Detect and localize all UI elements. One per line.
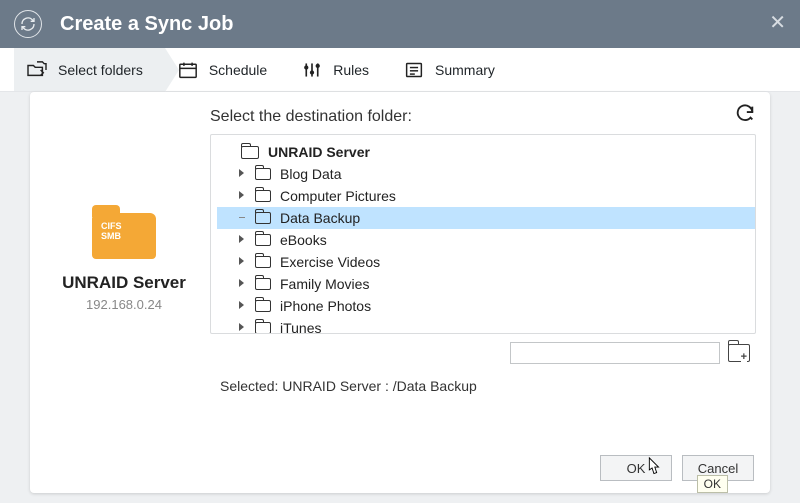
dialog-footer: OK Cancel xyxy=(600,455,754,481)
folder-icon xyxy=(255,322,271,334)
server-share-icon: CIFS SMB xyxy=(92,205,156,259)
step-label: Schedule xyxy=(209,62,267,78)
folder-icon xyxy=(241,146,259,159)
chevron-right-icon[interactable] xyxy=(239,279,249,290)
chevron-right-icon[interactable] xyxy=(239,169,249,180)
tree-item[interactable]: Computer Pictures xyxy=(217,185,755,207)
chevron-right-icon[interactable] xyxy=(239,235,249,246)
step-label: Rules xyxy=(333,62,369,78)
destination-heading: Select the destination folder: xyxy=(210,108,756,126)
selected-path: UNRAID Server : /Data Backup xyxy=(282,378,477,394)
step-bar: Select folders Schedule Rules xyxy=(0,48,800,92)
calendar-icon xyxy=(177,61,199,79)
selected-label: Selected: xyxy=(220,378,278,394)
path-row xyxy=(210,334,756,368)
dialog-title: Create a Sync Job xyxy=(60,13,233,36)
step-select-folders[interactable]: Select folders xyxy=(14,48,165,91)
title-bar: Create a Sync Job ✕ xyxy=(0,0,800,48)
step-schedule[interactable]: Schedule xyxy=(165,48,289,91)
selected-path-line: Selected: UNRAID Server : /Data Backup xyxy=(220,378,756,394)
destination-column: Select the destination folder: UNRAID Se… xyxy=(204,108,756,368)
tree-item[interactable]: Blog Data xyxy=(217,163,755,185)
chevron-right-icon[interactable] xyxy=(239,191,249,202)
folder-icon xyxy=(255,190,271,202)
step-label: Select folders xyxy=(58,62,143,78)
step-label: Summary xyxy=(435,62,495,78)
ok-button[interactable]: OK xyxy=(600,455,672,481)
tree-root-label: UNRAID Server xyxy=(268,144,370,160)
source-column: CIFS SMB UNRAID Server 192.168.0.24 xyxy=(44,108,204,368)
share-badge: CIFS SMB xyxy=(101,221,122,241)
folder-icon xyxy=(255,300,271,312)
tree-item-label: Blog Data xyxy=(280,166,341,182)
tree-item-label: iTunes xyxy=(280,320,322,334)
select-folders-icon xyxy=(26,61,48,79)
tree-item-label: Exercise Videos xyxy=(280,254,380,270)
step-summary[interactable]: Summary xyxy=(391,48,517,91)
tree-item-label: eBooks xyxy=(280,232,327,248)
tree-item[interactable]: iTunes xyxy=(217,317,755,334)
folder-icon xyxy=(255,278,271,290)
summary-icon xyxy=(403,61,425,79)
folder-icon xyxy=(255,234,271,246)
tree-root[interactable]: UNRAID Server xyxy=(217,141,755,163)
tree-item-label: Computer Pictures xyxy=(280,188,396,204)
tree-item[interactable]: Exercise Videos xyxy=(217,251,755,273)
folder-icon xyxy=(255,212,271,224)
folder-icon xyxy=(255,168,271,180)
step-rules[interactable]: Rules xyxy=(289,48,391,91)
tree-item-label: iPhone Photos xyxy=(280,298,371,314)
tree-item[interactable]: Family Movies xyxy=(217,273,755,295)
tree-item[interactable]: eBooks xyxy=(217,229,755,251)
tree-leaf-icon xyxy=(239,213,249,224)
path-input[interactable] xyxy=(510,342,720,364)
chevron-right-icon[interactable] xyxy=(239,301,249,312)
sliders-icon xyxy=(301,61,323,79)
main-panel: CIFS SMB UNRAID Server 192.168.0.24 Sele… xyxy=(30,92,770,493)
refresh-button[interactable] xyxy=(734,102,756,127)
tree-item-label: Family Movies xyxy=(280,276,369,292)
tree-item-label: Data Backup xyxy=(280,210,360,226)
source-server-ip: 192.168.0.24 xyxy=(86,297,162,312)
tree-item[interactable]: Data Backup xyxy=(217,207,755,229)
chevron-right-icon[interactable] xyxy=(239,323,249,334)
folder-tree[interactable]: UNRAID Server Blog Data Computer Pictures… xyxy=(210,134,756,334)
tree-item[interactable]: iPhone Photos xyxy=(217,295,755,317)
chevron-right-icon[interactable] xyxy=(239,257,249,268)
source-server-name: UNRAID Server xyxy=(62,273,186,293)
close-icon[interactable]: ✕ xyxy=(769,10,786,35)
sync-icon xyxy=(14,10,42,38)
ok-tooltip: OK xyxy=(697,475,728,493)
folder-icon xyxy=(255,256,271,268)
new-folder-button[interactable] xyxy=(728,344,750,362)
